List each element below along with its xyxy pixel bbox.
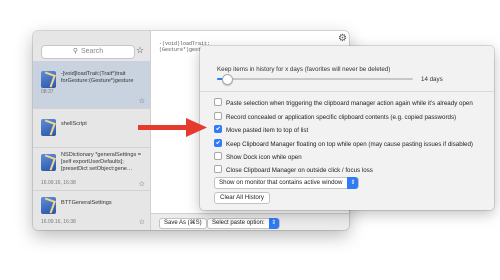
option-label: Show Dock icon while open (226, 154, 302, 161)
favorite-star-icon[interactable]: ☆ (139, 218, 145, 226)
checkbox[interactable] (214, 139, 222, 147)
bottom-toolbar: Save As (⌘S) Select paste option: ⇕ (151, 213, 349, 230)
monitor-select-value: Show on monitor that contains active win… (219, 179, 343, 186)
search-input[interactable]: ⚲ Search (41, 45, 135, 59)
slider-knob[interactable] (221, 74, 233, 85)
list-item[interactable]: shellScript (33, 109, 150, 148)
checkbox[interactable] (214, 98, 222, 106)
clip-text: NSDictionary *generalSettings = [self ex… (61, 152, 142, 172)
checkbox[interactable] (214, 125, 222, 133)
option-label: Move pasted item to top of list (226, 127, 309, 134)
paste-option-label: Select paste option: (212, 220, 265, 226)
clip-text: shellScript (61, 121, 87, 127)
monitor-select[interactable]: Show on monitor that contains active win… (214, 177, 360, 189)
clip-time: 16.09.16, 16:38 (41, 219, 76, 225)
option-move-to-top[interactable]: Move pasted item to top of list (214, 125, 308, 134)
divider (200, 91, 494, 92)
gear-icon[interactable]: ⚙ (338, 33, 347, 44)
xcode-app-icon (41, 71, 56, 88)
clip-text: BTTGeneralSettings (61, 200, 112, 206)
favorite-star-icon[interactable]: ☆ (139, 180, 145, 188)
favorite-star-icon[interactable]: ☆ (139, 97, 145, 105)
list-item[interactable]: -[void]loadTrait:(Trait*)trait forGestur… (33, 61, 150, 109)
option-close-on-outside-click[interactable]: Close Clipboard Manager on outside click… (214, 165, 373, 174)
chevron-updown-icon: ⇕ (268, 218, 279, 229)
checkbox[interactable] (214, 152, 222, 160)
history-days-value: 14 days (421, 76, 443, 83)
xcode-app-icon (41, 154, 56, 171)
clip-time: 16.09.16, 16:38 (41, 180, 76, 186)
list-item[interactable]: NSDictionary *generalSettings = [self ex… (33, 148, 150, 191)
favorites-star-icon[interactable]: ☆ (136, 45, 144, 56)
clipboard-history-sidebar: ⚲ Search ☆ -[void]loadTrait:(Trait*)trait… (33, 31, 151, 230)
option-label: Close Clipboard Manager on outside click… (226, 167, 373, 174)
option-label: Record concealed or application specific… (226, 114, 457, 121)
keep-history-label: Keep items in history for x days (favori… (217, 66, 391, 73)
history-days-slider[interactable] (217, 74, 413, 85)
option-keep-floating[interactable]: Keep Clipboard Manager floating on top w… (214, 139, 473, 148)
option-label: Keep Clipboard Manager floating on top w… (226, 141, 473, 148)
checkbox[interactable] (214, 165, 222, 173)
clip-time: 08:37 (41, 89, 54, 95)
settings-panel: Keep items in history for x days (favori… (200, 46, 494, 210)
save-as-button[interactable]: Save As (⌘S) (159, 218, 207, 229)
clear-history-button[interactable]: Clear All History (214, 192, 271, 204)
option-label: Paste selection when triggering the clip… (226, 100, 473, 107)
xcode-app-icon (41, 119, 56, 136)
option-show-dock-icon[interactable]: Show Dock icon while open (214, 152, 302, 161)
search-icon: ⚲ (72, 48, 78, 55)
annotation-arrow-icon (138, 118, 207, 137)
search-placeholder: Search (80, 48, 104, 55)
checkbox[interactable] (214, 112, 222, 120)
xcode-app-icon (41, 197, 56, 214)
option-record-concealed[interactable]: Record concealed or application specific… (214, 112, 456, 121)
clip-text: -[void]loadTrait:(Trait*)trait forGestur… (61, 71, 134, 84)
paste-option-select[interactable]: Select paste option: ⇕ (207, 218, 280, 229)
option-paste-selection[interactable]: Paste selection when triggering the clip… (214, 98, 473, 107)
list-item[interactable]: BTTGeneralSettings 16.09.16, 16:38 ☆ (33, 191, 150, 230)
chevron-updown-icon: ⇕ (347, 177, 359, 189)
